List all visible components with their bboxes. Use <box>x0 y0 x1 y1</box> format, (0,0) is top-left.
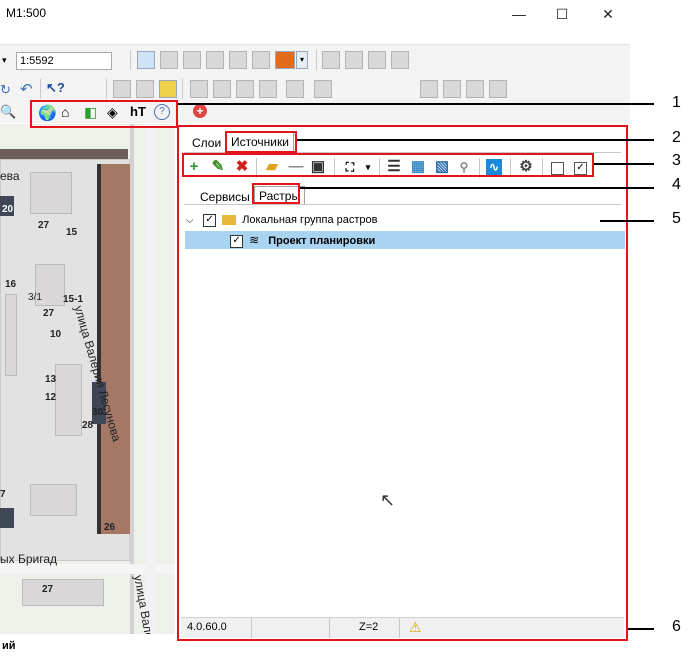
map-number: 27 <box>38 220 50 231</box>
intersect-icon[interactable] <box>213 80 231 98</box>
deselect-icon[interactable] <box>391 51 409 69</box>
edit-icon[interactable] <box>113 80 131 98</box>
map-number: 28 <box>82 420 94 431</box>
attribute-delete-icon[interactable] <box>466 80 484 98</box>
title-bar: M1:500 — ☐ ✕ <box>0 0 695 28</box>
scale-input[interactable] <box>16 52 112 70</box>
zoom-icon[interactable]: 🔍 <box>0 104 16 120</box>
map-number: 10 <box>50 329 62 340</box>
clear-selection-icon[interactable] <box>322 51 340 69</box>
map-number: 30 <box>92 407 104 418</box>
callout-line <box>178 103 654 105</box>
callout-line <box>628 628 654 630</box>
callout-number: 4 <box>672 176 681 193</box>
attribute-add-icon[interactable] <box>420 80 438 98</box>
buffer-icon[interactable] <box>314 80 332 98</box>
map-number: 13 <box>45 374 57 385</box>
map-number: 27 <box>42 584 54 595</box>
difference-icon[interactable] <box>236 80 254 98</box>
window-title: M1:500 <box>6 6 47 20</box>
symdiff-icon[interactable] <box>259 80 277 98</box>
select-arrow-icon[interactable] <box>137 51 155 69</box>
map-number: 26 <box>104 522 116 533</box>
split-icon[interactable] <box>286 80 304 98</box>
dropdown-arrow-icon[interactable]: ▾ <box>2 55 7 66</box>
close-button[interactable]: ✕ <box>585 0 631 28</box>
highlight-frame-3 <box>182 153 594 177</box>
select-all-icon[interactable] <box>345 51 363 69</box>
map-canvas[interactable]: ева улица Валерия Лесунова ых Бригад ули… <box>0 124 175 634</box>
toolbar-separator <box>40 79 41 99</box>
highlight-frame-4 <box>252 183 300 204</box>
callout-number: 2 <box>672 129 681 146</box>
maximize-button[interactable]: ☐ <box>539 0 585 28</box>
attribute-edit-icon[interactable] <box>443 80 461 98</box>
toolbar-separator <box>182 79 183 99</box>
attribute-table-icon[interactable] <box>489 80 507 98</box>
refresh-icon[interactable]: ↻ <box>0 82 11 98</box>
toolbar-separator <box>130 50 131 70</box>
callout-line <box>300 187 654 189</box>
map-number: 15 <box>66 227 78 238</box>
identify-arrow-icon[interactable] <box>160 51 178 69</box>
toolbar-separator <box>106 79 107 99</box>
map-number: 7 <box>0 489 6 500</box>
callout-line <box>594 163 654 165</box>
invert-selection-icon[interactable] <box>368 51 386 69</box>
plugin-add-icon[interactable]: + <box>193 104 207 118</box>
highlight-frame-1 <box>30 100 178 128</box>
map-number: 15-1 <box>63 294 84 305</box>
select-layer-icon[interactable] <box>252 51 270 69</box>
callout-line <box>297 139 654 141</box>
callout-number: 1 <box>672 94 681 111</box>
highlight-frame-2 <box>225 131 297 153</box>
map-status-text: ий <box>2 640 16 652</box>
callout-number: 5 <box>672 210 681 227</box>
select-circle-icon[interactable] <box>206 51 224 69</box>
map-number: 16 <box>5 279 17 290</box>
undo-icon[interactable]: ↶ <box>20 80 33 98</box>
highlight-frame-panel <box>177 125 628 641</box>
style-picker-icon[interactable] <box>275 51 295 69</box>
map-number: 12 <box>45 392 57 403</box>
help-cursor-icon[interactable]: ↖? <box>46 80 65 96</box>
union-icon[interactable] <box>190 80 208 98</box>
callout-number: 3 <box>672 152 681 169</box>
select-rect-icon[interactable] <box>183 51 201 69</box>
street-label: ева <box>0 169 20 183</box>
move-icon[interactable] <box>136 80 154 98</box>
map-number: 3/1 <box>28 292 42 303</box>
node-edit-icon[interactable] <box>159 80 177 98</box>
minimize-button[interactable]: — <box>496 0 542 28</box>
map-number: 20 <box>2 204 14 215</box>
toolbar-separator <box>316 50 317 70</box>
callout-line <box>600 220 654 222</box>
street-label: ых Бригад <box>0 552 57 566</box>
select-polygon-icon[interactable] <box>229 51 247 69</box>
callout-number: 6 <box>672 618 681 635</box>
chevron-down-icon[interactable]: ▾ <box>296 51 308 69</box>
map-number: 27 <box>43 308 55 319</box>
